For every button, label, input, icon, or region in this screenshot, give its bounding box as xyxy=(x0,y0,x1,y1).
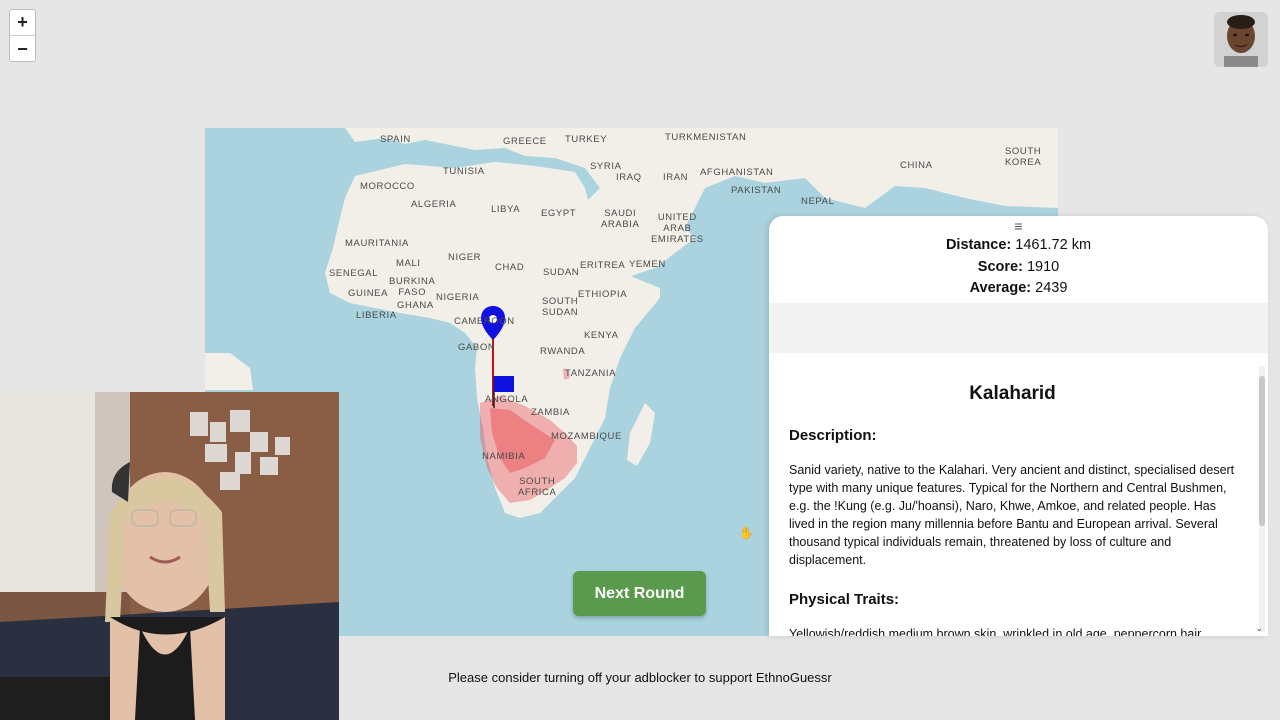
answer-flag-icon xyxy=(494,376,514,392)
map-label-eritrea: ERITREA xyxy=(580,260,626,271)
panel-scrollbar[interactable] xyxy=(1259,366,1265,632)
results-panel: ≡ Distance: 1461.72 km Score: 1910 Avera… xyxy=(769,216,1268,636)
panel-drag-handle-icon[interactable]: ≡ xyxy=(769,218,1268,234)
map-label-turkey: TURKEY xyxy=(565,134,608,145)
map-label-rwanda: RWANDA xyxy=(540,346,586,357)
traits-heading: Physical Traits: xyxy=(789,591,900,608)
target-person-thumbnail[interactable] xyxy=(1214,12,1268,67)
map-label-chad: CHAD xyxy=(495,262,525,273)
distance-value: 1461.72 km xyxy=(1015,237,1092,253)
map-label-morocco: MOROCCO xyxy=(360,181,415,192)
hand-cursor-icon: ✋ xyxy=(739,526,754,540)
map-label-kenya: KENYA xyxy=(584,330,619,341)
map-label-tanzania: TANZANIA xyxy=(565,368,617,379)
map-label-namibia: NAMIBIA xyxy=(482,451,526,462)
map-label-nepal: NEPAL xyxy=(801,196,835,207)
distance-label: Distance: xyxy=(945,237,1012,253)
map-label-pakistan: PAKISTAN xyxy=(731,185,782,196)
average-value: 2439 xyxy=(1035,280,1068,296)
map-label-liberia: LIBERIA xyxy=(356,310,397,321)
map-label-angola: ANGOLA xyxy=(485,394,529,405)
map-label-spain: SPAIN xyxy=(380,134,411,145)
scroll-down-arrow-icon[interactable]: ⌄ xyxy=(1255,623,1263,634)
zoom-in-button[interactable]: + xyxy=(10,10,35,36)
map-label-tunisia: TUNISIA xyxy=(443,166,485,177)
map-label-china: CHINA xyxy=(900,160,933,171)
map-label-libya: LIBYA xyxy=(491,204,521,215)
description-text: Sanid variety, native to the Kalahari. V… xyxy=(789,463,1235,567)
map-label-burkina-faso: BURKINA FASO xyxy=(389,276,436,298)
zoom-out-button[interactable]: − xyxy=(10,36,35,62)
zoom-control: + − xyxy=(9,9,36,62)
map-label-ghana: GHANA xyxy=(397,300,434,311)
info-scroll-area[interactable]: Kalaharid Description: Sanid variety, na… xyxy=(769,366,1256,636)
description-heading: Description: xyxy=(789,427,877,444)
map-label-saudi-arabia: SAUDI ARABIA xyxy=(601,208,640,230)
map-label-sudan: SUDAN xyxy=(543,267,580,278)
map-label-mozambique: MOZAMBIQUE xyxy=(551,431,622,442)
adblock-notice: Please consider turning off your adblock… xyxy=(448,670,832,685)
map-label-south-africa: SOUTH AFRICA xyxy=(518,476,557,498)
map-label-zambia: ZAMBIA xyxy=(531,407,570,418)
map-label-syria: SYRIA xyxy=(590,161,622,172)
map-label-cameroon: CAMEROON xyxy=(454,316,515,327)
map-label-gabon: GABON xyxy=(458,342,496,353)
map-label-mauritania: MAURITANIA xyxy=(345,238,409,249)
map-label-iraq: IRAQ xyxy=(616,172,642,183)
average-label: Average: xyxy=(969,280,1032,296)
map-label-iran: IRAN xyxy=(663,172,689,183)
round-stats: Distance: 1461.72 km Score: 1910 Average… xyxy=(769,235,1268,300)
map-label-mali: MALI xyxy=(396,258,421,269)
map-label-uae: UNITED ARAB EMIRATES xyxy=(651,212,704,245)
map-label-south-korea: SOUTH KOREA xyxy=(1005,146,1042,168)
portrait-image xyxy=(1214,12,1268,67)
webcam-video-frame xyxy=(0,392,339,720)
map-label-niger: NIGER xyxy=(448,252,482,263)
map-label-egypt: EGYPT xyxy=(541,208,577,219)
map-label-nigeria: NIGERIA xyxy=(436,292,480,303)
map-label-ethiopia: ETHIOPIA xyxy=(578,289,628,300)
map-label-south-sudan: SOUTH SUDAN xyxy=(542,296,579,318)
map-label-algeria: ALGERIA xyxy=(411,199,457,210)
next-round-button[interactable]: Next Round xyxy=(573,571,706,616)
map-label-greece: GREECE xyxy=(503,136,547,147)
map-label-yemen: YEMEN xyxy=(629,259,666,270)
score-label: Score: xyxy=(977,258,1023,275)
map-label-senegal: SENEGAL xyxy=(329,268,379,279)
panel-divider-band xyxy=(769,303,1268,353)
map-label-turkmenistan: TURKMENISTAN xyxy=(665,132,747,143)
map-label-afghanistan: AFGHANISTAN xyxy=(700,167,774,178)
score-value: 1910 xyxy=(1026,258,1060,275)
phenotype-title: Kalaharid xyxy=(969,383,1056,404)
map-label-guinea: GUINEA xyxy=(348,288,389,299)
webcam-overlay xyxy=(0,392,339,720)
traits-text: Yellowish/reddish medium brown skin, wri… xyxy=(789,627,1202,636)
scrollbar-thumb[interactable] xyxy=(1259,376,1265,526)
